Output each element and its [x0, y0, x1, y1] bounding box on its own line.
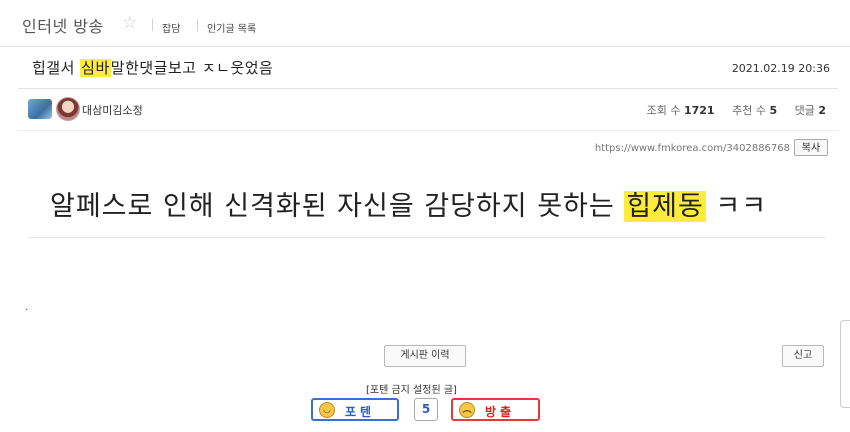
post-title-row: 힙갤서 심바말한댓글보고 ㅈㄴ웃었음 2021.02.19 20:36	[18, 46, 838, 89]
star-icon[interactable]: ☆	[122, 13, 137, 33]
author-name[interactable]: 대삼미김소정	[82, 102, 143, 118]
comments-label: 댓글	[794, 104, 815, 117]
copy-url-button[interactable]: 복사	[794, 139, 828, 156]
body-text-rest: ㅋㅋ	[705, 191, 768, 222]
popular-list-link[interactable]: 인기글 목록	[207, 20, 256, 35]
vote-up-label: 포텐	[345, 405, 376, 419]
post-stats: 조회 수 1721 추천 수 5 댓글 2	[647, 102, 826, 118]
board-history-button[interactable]: 게시판 이력	[384, 345, 466, 367]
recommend-label: 추천 수	[732, 104, 766, 117]
title-highlight: 심바	[80, 59, 111, 77]
smile-face-icon: ◡	[319, 402, 335, 418]
views-count: 1721	[683, 104, 715, 117]
post-title[interactable]: 힙갤서 심바말한댓글보고 ㅈㄴ웃었음	[32, 57, 273, 78]
body-dot: .	[25, 300, 29, 313]
recommend-count: 5	[769, 104, 778, 117]
title-text: 힙갤서	[32, 59, 81, 77]
vote-count: 5	[414, 398, 438, 421]
author-row: 대삼미김소정 조회 수 1721 추천 수 5 댓글 2	[18, 88, 838, 131]
vote-down-label: 방출	[485, 405, 516, 419]
title-text-rest: 말한댓글보고 ㅈㄴ웃었음	[110, 59, 274, 77]
potent-locked-note: [포텐 금지 설정된 글]	[366, 385, 457, 396]
divider	[197, 19, 198, 31]
level-icon	[28, 99, 52, 119]
board-title[interactable]: 인터넷 방송	[22, 13, 104, 37]
post-url: https://www.fmkorea.com/3402886768	[594, 143, 790, 154]
divider	[28, 237, 826, 238]
angry-face-icon: ︵	[459, 402, 475, 418]
divider	[152, 19, 153, 31]
post-date: 2021.02.19 20:36	[731, 62, 830, 75]
post-body: 알페스로 인해 신격화된 자신을 감당하지 못하는 힙제동 ㅋㅋ	[50, 184, 767, 223]
side-tab[interactable]	[840, 320, 850, 408]
board-header: 인터넷 방송 ☆ 잡담 인기글 목록	[0, 0, 850, 47]
body-text: 알페스로 인해 신격화된 자신을 감당하지 못하는	[50, 191, 625, 222]
avatar[interactable]	[56, 97, 80, 121]
body-highlight: 힙제동	[624, 191, 706, 222]
views-label: 조회 수	[646, 104, 681, 117]
vote-down-button[interactable]: ︵ 방출	[451, 398, 540, 421]
report-button[interactable]: 신고	[782, 345, 824, 367]
category-link-chat[interactable]: 잡담	[162, 20, 180, 35]
vote-up-button[interactable]: ◡ 포텐	[311, 398, 399, 421]
comments-count[interactable]: 2	[818, 104, 826, 117]
